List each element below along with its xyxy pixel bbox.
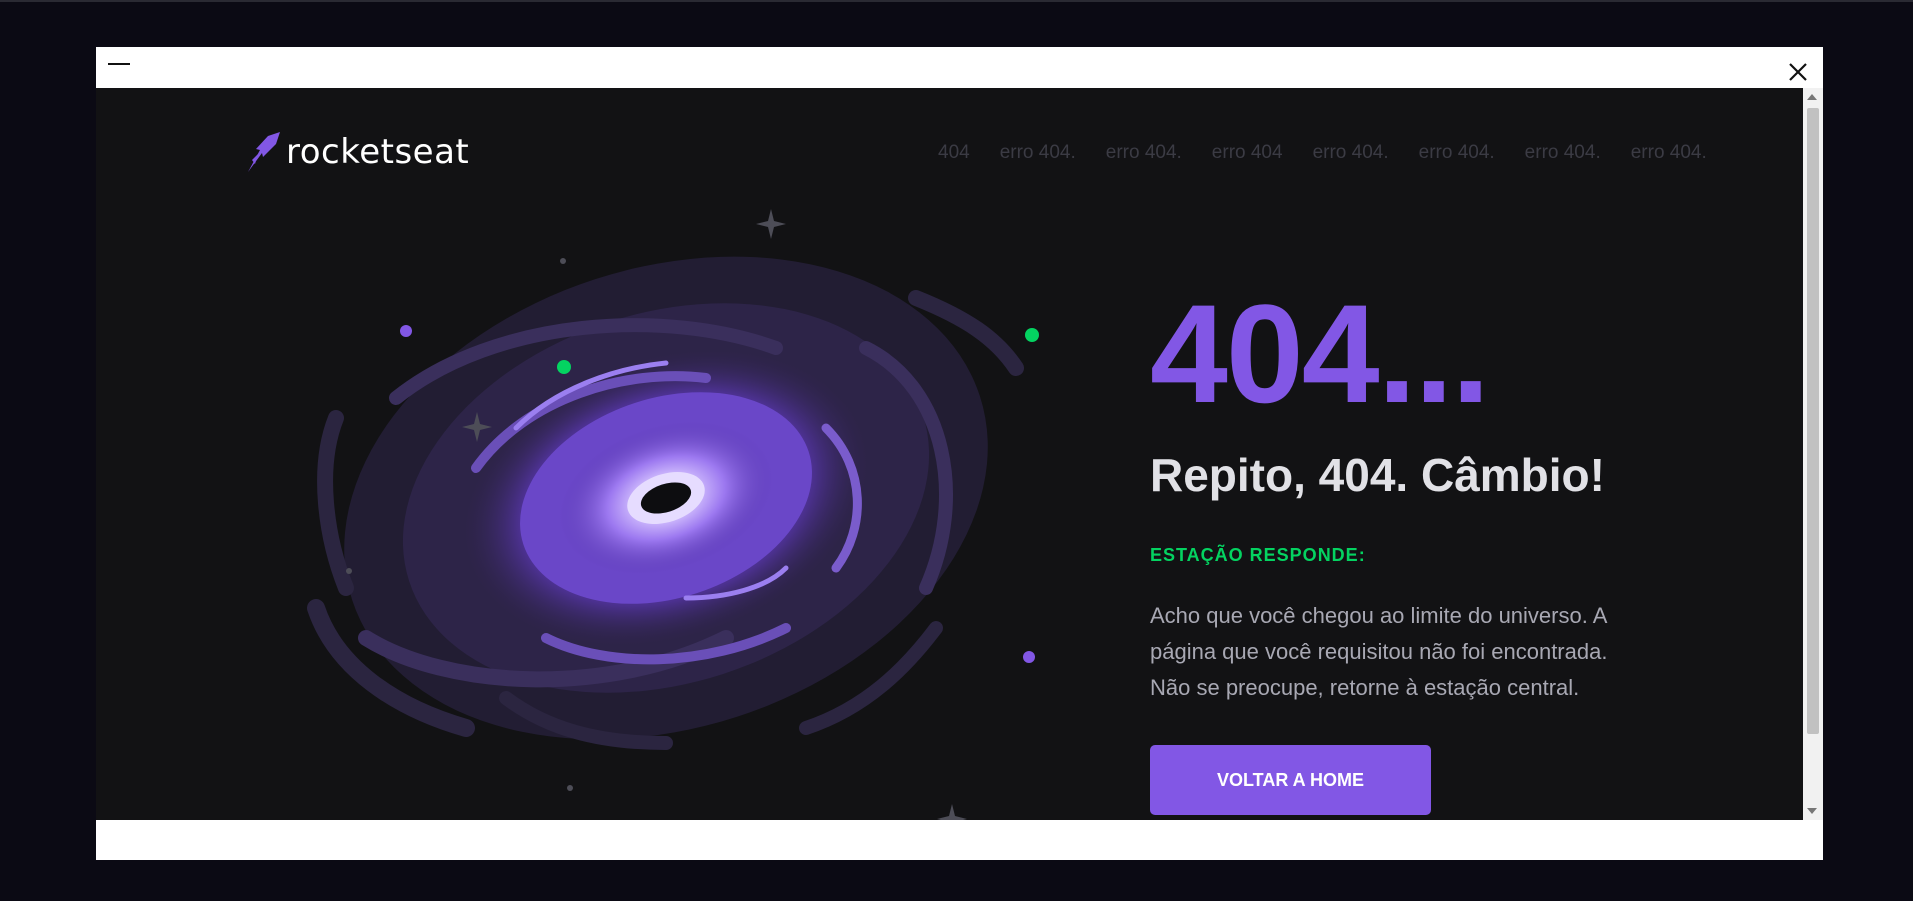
- error-message: Acho que você chegou ao limite do univer…: [1150, 598, 1650, 706]
- message-line: Não se preocupe, retorne à estação centr…: [1150, 675, 1580, 700]
- vertical-scrollbar[interactable]: [1803, 88, 1823, 820]
- modal-window: rocketseat 404 erro 404. erro 404. erro 404…: [96, 47, 1823, 860]
- marquee-item: erro 404: [1211, 142, 1283, 163]
- marquee-item: erro 404.: [1312, 142, 1389, 163]
- marquee-item: erro 404.: [1524, 142, 1601, 163]
- brand-name: rocketseat: [286, 132, 470, 172]
- close-icon[interactable]: [1787, 61, 1809, 83]
- error-subtitle: Repito, 404. Câmbio!: [1150, 449, 1605, 501]
- scroll-thumb[interactable]: [1807, 108, 1819, 734]
- marquee-item: erro 404.: [1105, 142, 1182, 163]
- message-line: página que você requisitou não foi encon…: [1150, 639, 1608, 664]
- marquee-item: erro 404.: [1630, 142, 1707, 163]
- error-code-headline: 404...: [1150, 275, 1490, 432]
- page-viewport: rocketseat 404 erro 404. erro 404. erro 404…: [96, 88, 1803, 820]
- modal-title-bar: [96, 47, 1823, 88]
- marquee-item: 404: [938, 142, 970, 163]
- scroll-up-icon[interactable]: [1807, 94, 1817, 100]
- screen-top-border: [0, 0, 1913, 2]
- message-line: Acho que você chegou ao limite do univer…: [1150, 603, 1608, 628]
- home-button[interactable]: VOLTAR A HOME: [1150, 745, 1431, 815]
- modal-footer: [96, 820, 1823, 860]
- minimize-icon[interactable]: [108, 63, 130, 65]
- marquee-item: erro 404.: [1418, 142, 1495, 163]
- station-label: ESTAÇÃO RESPONDE:: [1150, 545, 1366, 565]
- marquee-item: erro 404.: [999, 142, 1076, 163]
- scroll-down-icon[interactable]: [1807, 808, 1817, 814]
- galaxy-illustration: [307, 209, 1039, 820]
